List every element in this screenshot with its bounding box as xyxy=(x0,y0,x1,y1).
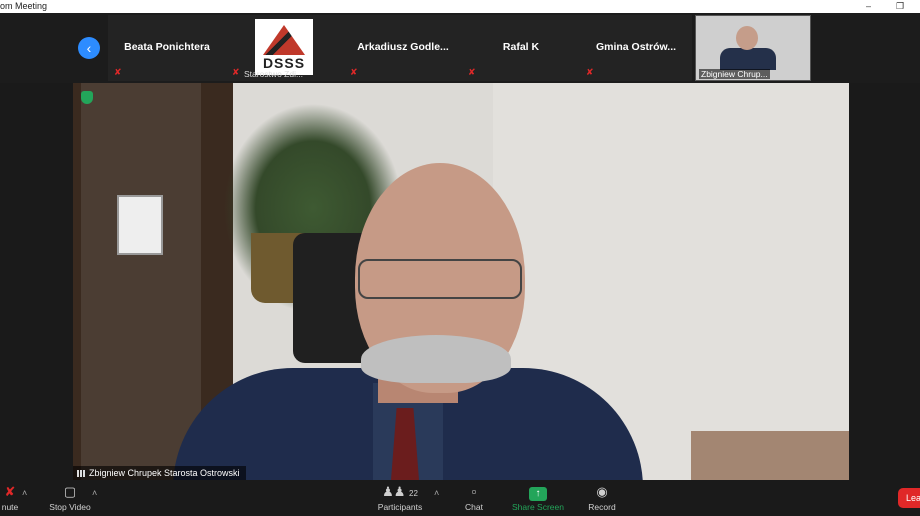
self-view-head xyxy=(736,26,758,50)
participant-name: Gmina Ostrów... xyxy=(595,41,677,53)
maximize-icon[interactable]: ❐ xyxy=(896,0,904,12)
window-title: om Meeting xyxy=(0,1,48,11)
organization-logo: DSSS xyxy=(255,19,313,75)
chevron-up-icon[interactable]: ˄ xyxy=(92,488,97,498)
speaker-mustache xyxy=(361,335,511,383)
participants-icon: ♟♟ 22 xyxy=(382,484,418,499)
chevron-left-icon[interactable]: ‹ xyxy=(78,37,100,59)
participant-tile[interactable]: Arkadiusz Godle... ✘ xyxy=(344,15,462,81)
participant-strip: ‹ Beata Ponichtera ✘ DSSS ✘ Starostwo Zd… xyxy=(0,13,920,83)
participant-tile[interactable]: Gmina Ostrów... ✘ xyxy=(580,15,692,81)
video-camera-icon: ▢ xyxy=(63,484,77,499)
microphone-muted-icon: ✘ xyxy=(4,484,16,499)
mic-muted-icon: ✘ xyxy=(114,67,122,77)
participants-count: 22 xyxy=(409,489,418,498)
logo-roof-graphic xyxy=(263,25,305,55)
window-titlebar: om Meeting – ❐ xyxy=(0,0,920,13)
chat-label: Chat xyxy=(465,502,483,512)
chat-icon: ▫ xyxy=(471,484,477,499)
speaker-glasses xyxy=(358,259,522,299)
mic-muted-icon: ✘ xyxy=(350,67,358,77)
share-screen-label: Share Screen xyxy=(512,502,564,512)
mic-muted-icon: ✘ xyxy=(232,67,240,77)
participant-name: Rafal K xyxy=(502,41,540,53)
signal-strength-icon xyxy=(77,470,87,478)
participant-tile[interactable]: Rafal K ✘ xyxy=(462,15,580,81)
participant-tile[interactable]: Beata Ponichtera ✘ xyxy=(108,15,226,81)
video-desk xyxy=(691,431,849,480)
leave-button[interactable]: Lea xyxy=(898,488,920,508)
speaker-nameplate: Zbigniew Chrupek Starosta Ostrowski xyxy=(73,466,246,480)
share-screen-button[interactable]: ↑ Share Screen xyxy=(510,483,566,515)
chat-button[interactable]: ▫ Chat xyxy=(460,483,488,515)
video-bookcase-glass xyxy=(81,83,201,480)
video-picture-frame xyxy=(117,195,163,255)
stop-video-button[interactable]: ▢ Stop Video xyxy=(44,483,96,515)
record-label: Record xyxy=(588,502,616,512)
mute-button[interactable]: ✘ nute xyxy=(0,483,20,515)
speaker-video: Zbigniew Chrupek Starosta Ostrowski xyxy=(73,83,849,480)
participants-label: Participants xyxy=(377,502,423,512)
participant-tile[interactable]: DSSS ✘ Starostwo Zdi... xyxy=(226,15,344,81)
share-screen-icon: ↑ xyxy=(529,487,547,501)
record-icon: ◉ xyxy=(596,484,608,499)
mute-label: nute xyxy=(1,502,19,512)
shield-icon[interactable] xyxy=(81,91,93,104)
mic-muted-icon: ✘ xyxy=(468,67,476,77)
record-button[interactable]: ◉ Record xyxy=(584,483,620,515)
stop-video-label: Stop Video xyxy=(49,502,91,512)
mic-muted-icon: ✘ xyxy=(586,67,594,77)
self-view-name: Zbigniew Chrup... xyxy=(699,69,770,79)
speaker-name: Zbigniew Chrupek Starosta Ostrowski xyxy=(89,468,240,478)
participant-name: Arkadiusz Godle... xyxy=(357,41,449,53)
meeting-toolbar: ✘ nute ˄ ▢ Stop Video ˄ ♟♟ 22 Participan… xyxy=(0,480,920,516)
self-view-body xyxy=(720,48,776,70)
participants-button[interactable]: ♟♟ 22 Participants xyxy=(372,483,428,515)
chevron-up-icon[interactable]: ˄ xyxy=(22,488,27,498)
participant-name: Starostwo Zdi... xyxy=(244,69,304,79)
minimize-icon[interactable]: – xyxy=(866,0,871,12)
self-view-tile[interactable]: Zbigniew Chrup... xyxy=(695,15,811,81)
chevron-up-icon[interactable]: ˄ xyxy=(434,488,439,498)
participant-name: Beata Ponichtera xyxy=(124,41,210,53)
